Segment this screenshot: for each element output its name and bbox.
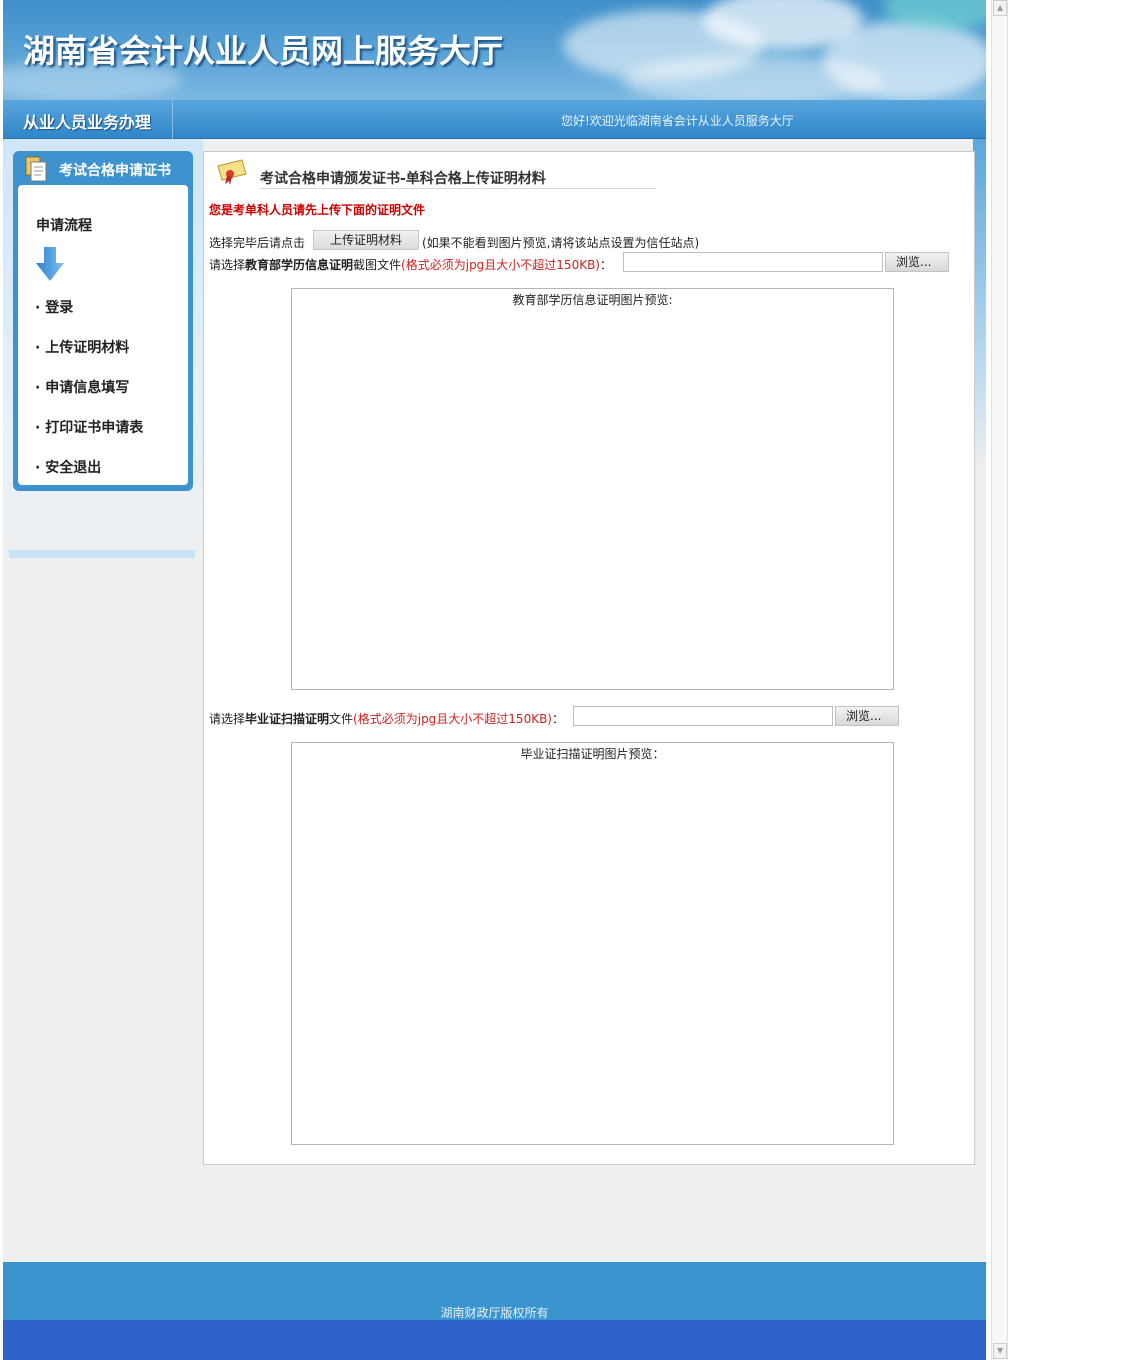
sidebar-item-logout[interactable]: · 安全退出: [35, 457, 101, 477]
upload-label: 选择完毕后请点击: [209, 236, 306, 250]
browser-content: 湖南省会计从业人员网上服务大厅 从业人员业务办理 您好!欢迎光临湖南省会计从业人…: [3, 0, 986, 1360]
upload-hint: (如果不能看到图片预览,请将该站点设置为信任站点): [422, 236, 700, 250]
documents-icon: [25, 156, 47, 182]
page-title: 考试合格申请颁发证书-单科合格上传证明材料: [260, 171, 546, 187]
side-stripe: [9, 550, 195, 558]
certificate-icon: [217, 159, 247, 185]
footer-copyright: 湖南财政厅版权所有: [440, 1306, 549, 1320]
grad-preview-box: 毕业证扫描证明图片预览：: [291, 742, 894, 1145]
title-divider: [260, 188, 656, 189]
grad-file-input[interactable]: [573, 706, 833, 726]
scroll-down-icon[interactable]: ▼: [993, 1343, 1007, 1359]
grad-file-label: 请选择毕业证扫描证明文件(格式必须为jpg且大小不超过150KB)：: [209, 712, 565, 726]
edu-file-label: 请选择教育部学历信息证明截图文件(格式必须为jpg且大小不超过150KB)：: [209, 258, 613, 272]
upload-button[interactable]: 上传证明材料: [313, 230, 419, 250]
grad-preview-caption: 毕业证扫描证明图片预览：: [520, 747, 665, 761]
scroll-up-icon[interactable]: ▲: [993, 0, 1007, 16]
sidebar-item-print[interactable]: · 打印证书申请表: [35, 417, 143, 437]
notice-text: 您是考单科人员请先上传下面的证明文件: [209, 203, 426, 217]
grad-browse-button[interactable]: 浏览...: [835, 706, 899, 726]
nav-section: 从业人员业务办理: [3, 100, 173, 139]
edu-browse-button[interactable]: 浏览...: [885, 252, 949, 272]
nav-bar: 从业人员业务办理 您好!欢迎光临湖南省会计从业人员服务大厅: [3, 100, 986, 139]
arrow-down-icon: [36, 247, 64, 281]
main-panel: 考试合格申请颁发证书-单科合格上传证明材料 您是考单科人员请先上传下面的证明文件…: [203, 151, 975, 1165]
site-title: 湖南省会计从业人员网上服务大厅: [23, 32, 504, 70]
edu-preview-box: 教育部学历信息证明图片预览:: [291, 288, 894, 690]
sidebar: 考试合格申请证书 申请流程 · 登录 · 上传证明材料 · 申请信息填写 · 打…: [13, 151, 193, 491]
flow-title: 申请流程: [36, 218, 92, 234]
edu-preview-caption: 教育部学历信息证明图片预览:: [512, 293, 673, 307]
sidebar-item-apply-info[interactable]: · 申请信息填写: [35, 377, 129, 397]
edu-file-input[interactable]: [623, 252, 883, 272]
page: 湖南省会计从业人员网上服务大厅 从业人员业务办理 您好!欢迎光临湖南省会计从业人…: [0, 0, 1133, 1360]
sidebar-item-login[interactable]: · 登录: [35, 297, 73, 317]
welcome-text: 您好!欢迎光临湖南省会计从业人员服务大厅: [561, 114, 794, 128]
footer-band: [3, 1320, 986, 1360]
sidebar-item-upload[interactable]: · 上传证明材料: [35, 337, 129, 357]
sidebar-title: 考试合格申请证书: [59, 163, 171, 179]
sidebar-header: 考试合格申请证书: [13, 151, 193, 185]
sidebar-body: 申请流程 · 登录 · 上传证明材料 · 申请信息填写 · 打印证书申请表 · …: [18, 185, 188, 485]
footer: 湖南财政厅版权所有: [3, 1262, 986, 1360]
scrollbar[interactable]: ▲ ▼: [991, 0, 1008, 1360]
header-banner: 湖南省会计从业人员网上服务大厅: [3, 0, 986, 100]
nav-section-title: 从业人员业务办理: [23, 113, 152, 132]
